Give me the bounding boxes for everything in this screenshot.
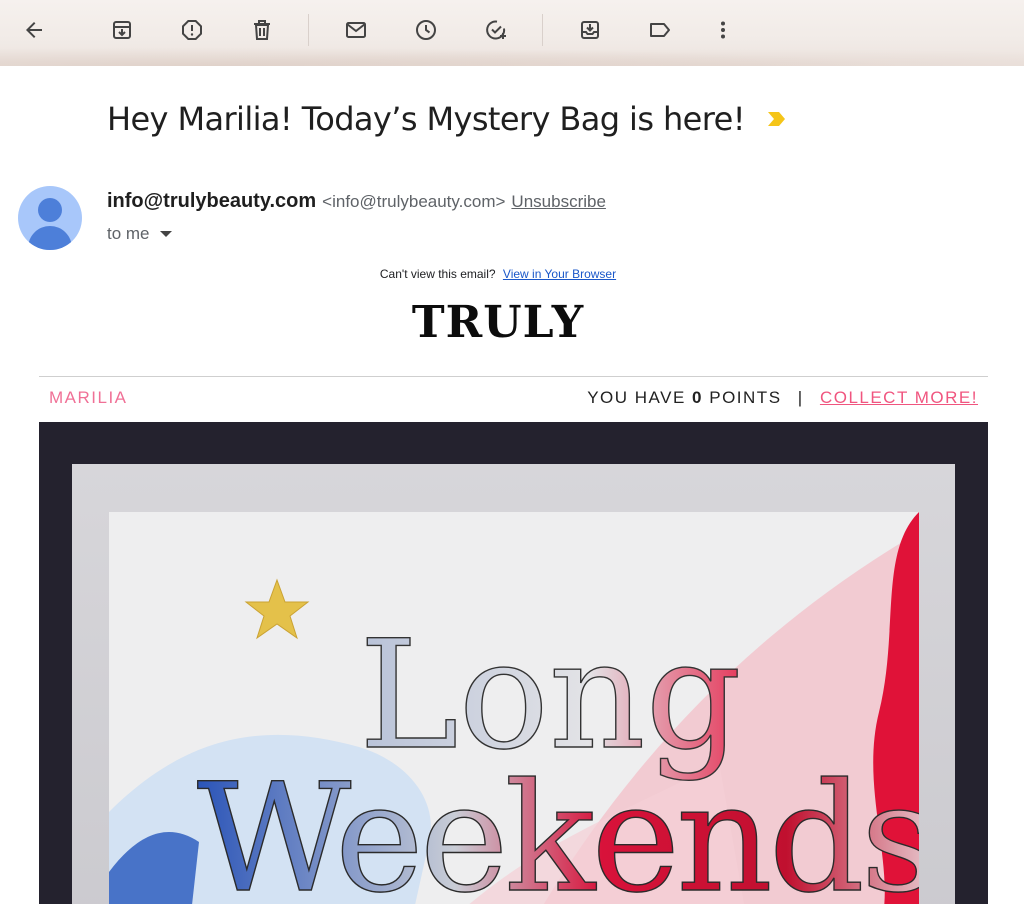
archive-icon[interactable]	[104, 12, 140, 48]
importance-marker-icon[interactable]	[767, 110, 787, 128]
snooze-icon[interactable]	[408, 12, 444, 48]
toolbar	[0, 0, 1024, 66]
label-icon[interactable]	[642, 12, 678, 48]
points-prefix: YOU HAVE	[587, 388, 686, 407]
avatar-head	[38, 198, 62, 222]
points-suffix: POINTS	[709, 388, 782, 407]
delete-icon[interactable]	[244, 12, 280, 48]
toolbar-divider	[308, 14, 309, 46]
sender-name[interactable]: info@trulybeauty.com	[107, 190, 316, 213]
hero-frame: Long Weekends	[72, 464, 955, 904]
more-options-icon[interactable]	[705, 12, 741, 48]
sender-avatar[interactable]	[18, 186, 82, 250]
sender-line: info@trulybeauty.com <info@trulybeauty.c…	[107, 190, 606, 213]
mark-unread-icon[interactable]	[338, 12, 374, 48]
hero-artwork: Long Weekends	[109, 512, 919, 904]
points-separator: |	[797, 388, 804, 407]
back-arrow-icon[interactable]	[16, 12, 52, 48]
sender-email: <info@trulybeauty.com>	[322, 192, 506, 211]
preheader-text: Can't view this email?	[379, 267, 496, 281]
collect-more-link[interactable]: COLLECT MORE!	[820, 388, 978, 407]
unsubscribe-link[interactable]: Unsubscribe	[511, 192, 606, 212]
hero-card: Long Weekends	[109, 512, 919, 904]
points-bar: YOU HAVE 0 POINTS | COLLECT MORE!	[587, 388, 978, 408]
recipient-label: to me	[107, 224, 150, 243]
toolbar-divider	[542, 14, 543, 46]
recipient-details[interactable]: to me	[107, 224, 172, 244]
brand-logo[interactable]: TRULY	[0, 297, 996, 348]
subject-text: Hey Marilia! Today’s Mystery Bag is here…	[107, 100, 746, 138]
move-to-icon[interactable]	[572, 12, 608, 48]
header-divider	[39, 376, 988, 377]
view-in-browser-link[interactable]: View in Your Browser	[503, 267, 616, 281]
chevron-down-icon[interactable]	[159, 231, 172, 237]
points-value: 0	[692, 388, 704, 407]
hero-banner[interactable]: Long Weekends	[39, 422, 988, 904]
hero-title-line2: Weekends	[197, 752, 919, 904]
customer-name: MARILIA	[49, 388, 128, 407]
report-spam-icon[interactable]	[174, 12, 210, 48]
email-subject: Hey Marilia! Today’s Mystery Bag is here…	[107, 100, 787, 138]
avatar-body	[28, 226, 72, 250]
preheader: Can't view this email? View in Your Brow…	[0, 267, 996, 281]
gold-star-icon	[244, 578, 310, 640]
add-task-icon[interactable]	[478, 12, 514, 48]
